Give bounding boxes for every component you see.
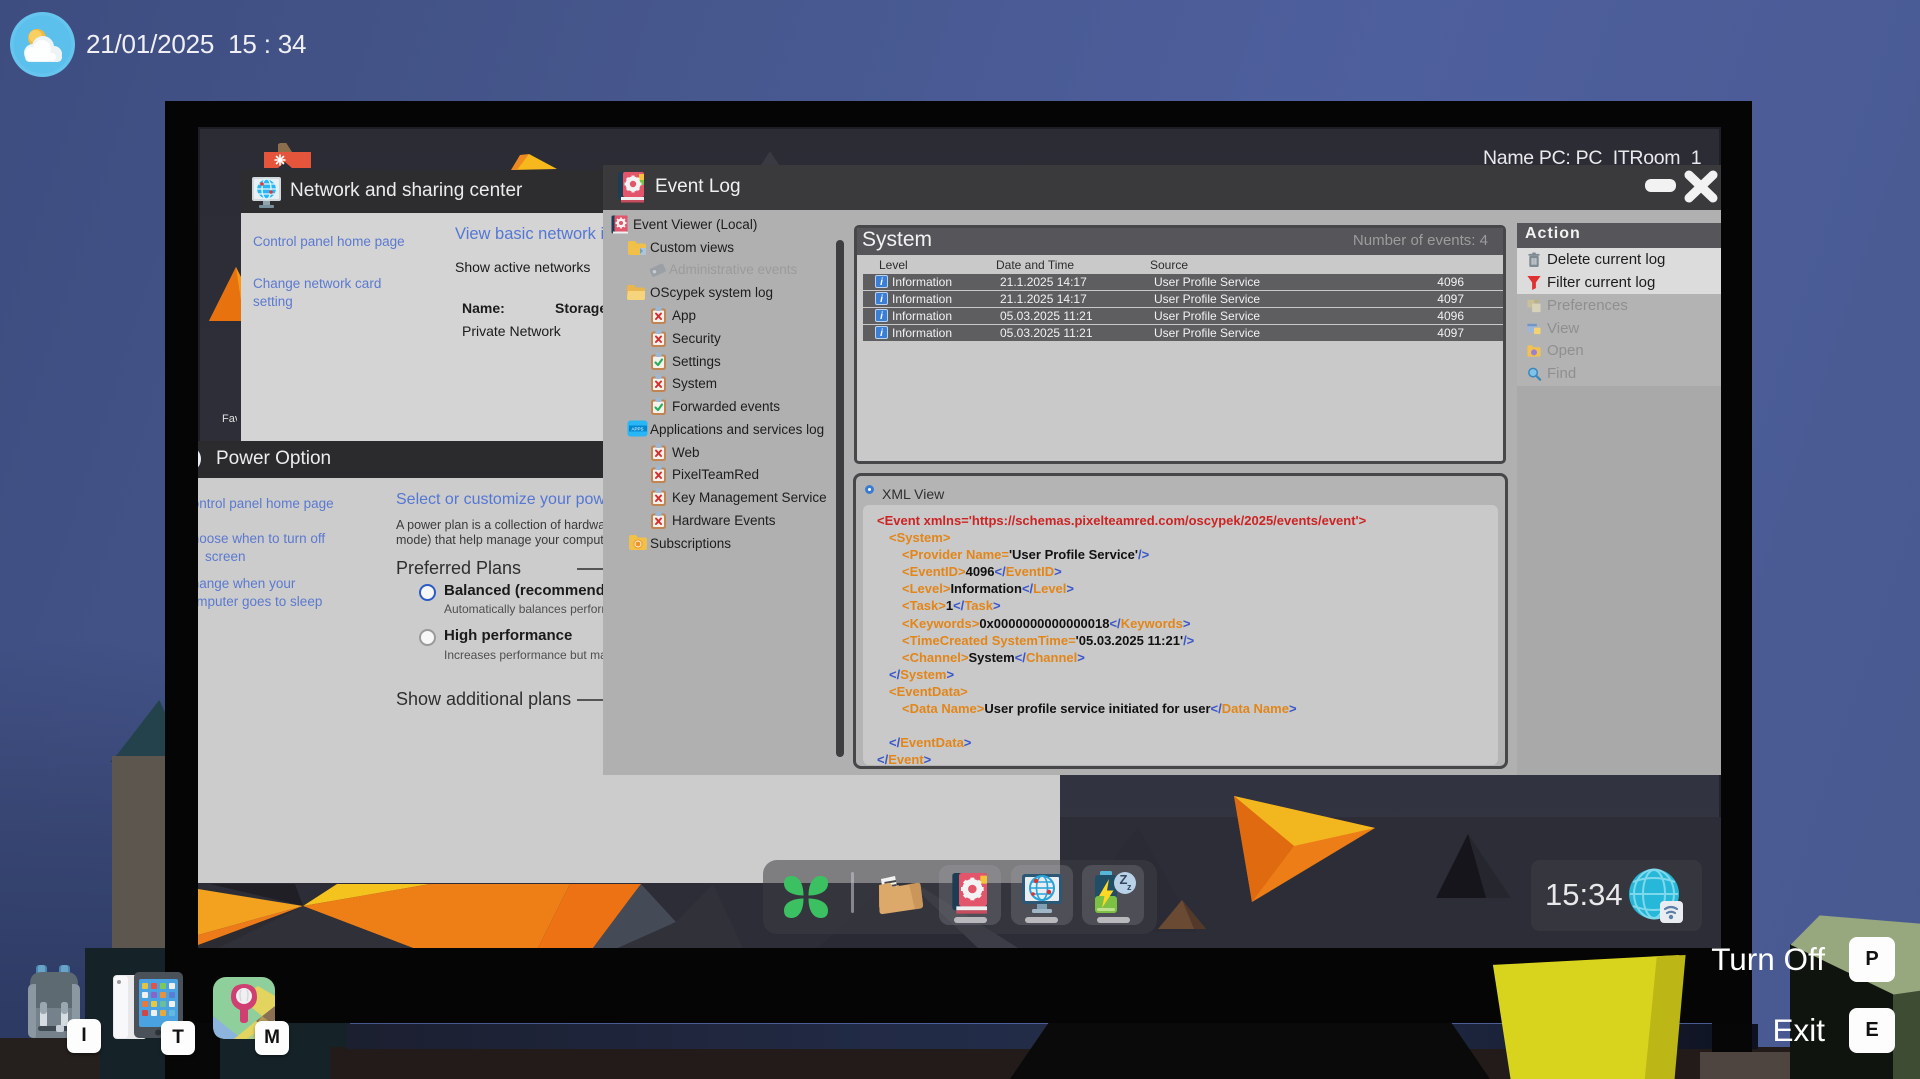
svg-text:z: z: [1127, 882, 1132, 892]
svg-text:APPS: APPS: [631, 427, 643, 432]
